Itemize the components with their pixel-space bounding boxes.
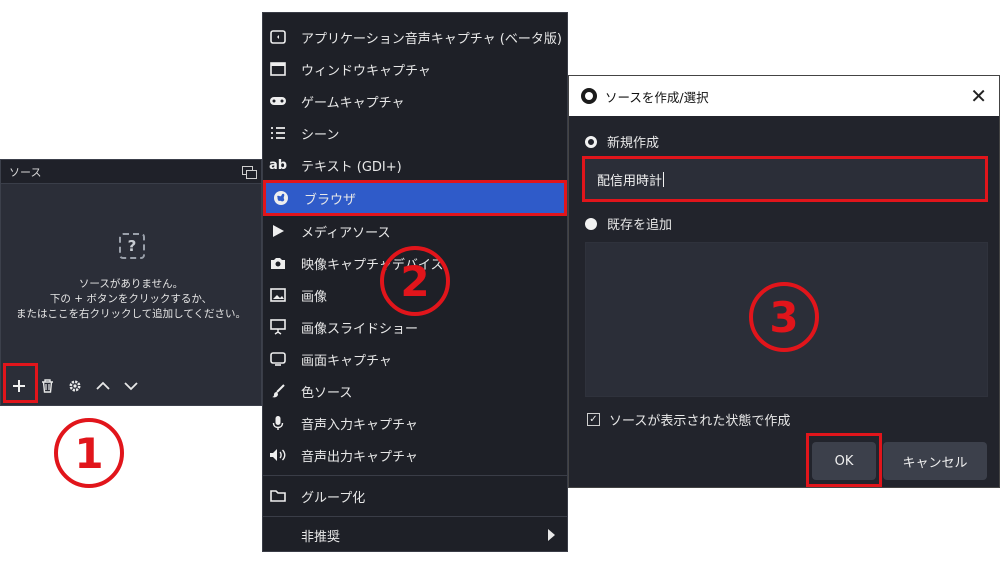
menu-item-app-audio[interactable]: アプリケーション音声キャプチャ (ベータ版) xyxy=(263,21,567,53)
menu-item-label: テキスト (GDI+) xyxy=(301,159,402,175)
obs-logo-icon xyxy=(581,88,597,104)
menu-item-display-capture[interactable]: 画面キャプチャ xyxy=(263,343,567,375)
question-icon: ? xyxy=(119,233,145,259)
undock-icon[interactable] xyxy=(242,166,257,179)
camera-icon xyxy=(263,256,293,270)
step-2-marker: 2 xyxy=(380,246,450,316)
menu-item-audio-output-capture[interactable]: 音声出力キャプチャ xyxy=(263,439,567,471)
menu-item-deprecated[interactable]: 非推奨 xyxy=(263,519,567,551)
checkbox-checked-icon: ✓ xyxy=(587,413,600,426)
menu-item-label: アプリケーション音声キャプチャ (ベータ版) xyxy=(301,31,562,47)
source-name-input[interactable]: 配信用時計 xyxy=(582,156,988,202)
menu-item-browser[interactable]: ブラウザ xyxy=(263,180,567,216)
menu-item-label: ブラウザ xyxy=(304,192,357,208)
dialog-titlebar: ソースを作成/選択 ✕ xyxy=(569,76,999,116)
make-visible-label: ソースが表示された状態で作成 xyxy=(609,414,791,429)
menu-item-color-source[interactable]: 色ソース xyxy=(263,375,567,407)
add-existing-radio[interactable]: 既存を追加 xyxy=(585,214,672,233)
text-icon: ab xyxy=(268,157,288,173)
radio-selected-icon xyxy=(585,135,597,148)
step-3-marker: 3 xyxy=(749,282,819,352)
trash-icon xyxy=(41,379,53,393)
menu-item-label: グループ化 xyxy=(301,490,366,506)
close-icon[interactable]: ✕ xyxy=(970,84,987,108)
remove-source-button[interactable] xyxy=(35,374,59,398)
slideshow-icon xyxy=(263,319,293,335)
menu-item-label: 画面キャプチャ xyxy=(301,353,392,369)
empty-message-line: 下の + ボタンをクリックするか、 xyxy=(49,293,213,305)
menu-item-text-gdi[interactable]: ab テキスト (GDI+) xyxy=(263,149,567,181)
list-icon xyxy=(263,126,293,140)
menu-item-media-source[interactable]: メディアソース xyxy=(263,215,567,247)
ok-button[interactable]: OK xyxy=(812,442,876,480)
menu-item-label: 画像 xyxy=(301,289,328,305)
menu-item-label: 音声入力キャプチャ xyxy=(301,417,418,433)
gear-icon xyxy=(69,380,81,392)
empty-message-line: ソースがありません。 xyxy=(78,278,184,290)
sources-toolbar xyxy=(1,367,261,405)
image-icon xyxy=(263,288,293,302)
menu-item-game-capture[interactable]: ゲームキャプチャ xyxy=(263,85,567,117)
sources-dock: ソース ? ソースがありません。 下の + ボタンをクリックするか、 またはここ… xyxy=(0,159,262,406)
menu-item-label: 色ソース xyxy=(301,385,353,401)
brush-icon xyxy=(263,384,293,398)
chevron-up-icon xyxy=(96,381,110,390)
menu-item-window-capture[interactable]: ウィンドウキャプチャ xyxy=(263,53,567,85)
menu-item-group[interactable]: グループ化 xyxy=(263,480,567,512)
cancel-button[interactable]: キャンセル xyxy=(883,442,987,480)
menu-item-label: シーン xyxy=(301,127,340,143)
create-new-radio[interactable]: 新規作成 xyxy=(585,132,659,151)
play-icon xyxy=(263,224,293,238)
empty-message-line: またはここを右クリックして追加してください。 xyxy=(15,308,247,320)
menu-item-label: 音声出力キャプチャ xyxy=(301,449,418,465)
dialog-title: ソースを作成/選択 xyxy=(605,89,709,105)
chevron-down-icon xyxy=(124,382,138,391)
globe-icon xyxy=(266,190,296,206)
add-existing-label: 既存を追加 xyxy=(607,218,673,233)
menu-separator xyxy=(263,475,567,476)
monitor-icon xyxy=(263,352,293,366)
folder-icon xyxy=(263,489,293,503)
move-down-button[interactable] xyxy=(119,374,143,398)
source-properties-button[interactable] xyxy=(63,374,87,398)
app-audio-icon xyxy=(263,30,293,44)
menu-item-label: 画像スライドショー xyxy=(301,321,419,337)
submenu-arrow-icon xyxy=(548,529,555,541)
radio-unselected-icon xyxy=(585,217,597,230)
step-1-marker: 1 xyxy=(54,418,124,488)
text-caret xyxy=(663,171,665,187)
move-up-button[interactable] xyxy=(91,374,115,398)
speaker-icon xyxy=(263,448,293,462)
menu-item-label: 非推奨 xyxy=(301,529,341,545)
window-icon xyxy=(263,62,293,76)
menu-item-label: ウィンドウキャプチャ xyxy=(301,63,431,79)
add-button-highlight xyxy=(3,363,38,403)
menu-separator xyxy=(263,516,567,517)
menu-item-label: ゲームキャプチャ xyxy=(301,95,405,111)
source-name-value: 配信用時計 xyxy=(597,173,663,189)
gamepad-icon xyxy=(263,96,293,106)
microphone-icon xyxy=(263,415,293,431)
sources-empty-area[interactable]: ? ソースがありません。 下の + ボタンをクリックするか、 またはここを右クリ… xyxy=(2,185,260,370)
menu-item-audio-input-capture[interactable]: 音声入力キャプチャ xyxy=(263,407,567,439)
empty-sources-message: ソースがありません。 下の + ボタンをクリックするか、 またはここを右クリック… xyxy=(2,277,260,322)
menu-item-scene[interactable]: シーン xyxy=(263,117,567,149)
menu-item-label: メディアソース xyxy=(301,225,391,241)
make-visible-checkbox[interactable]: ✓ ソースが表示された状態で作成 xyxy=(587,410,790,429)
create-new-label: 新規作成 xyxy=(607,136,660,151)
sources-dock-header: ソース xyxy=(1,160,261,184)
sources-dock-title: ソース xyxy=(9,165,42,179)
